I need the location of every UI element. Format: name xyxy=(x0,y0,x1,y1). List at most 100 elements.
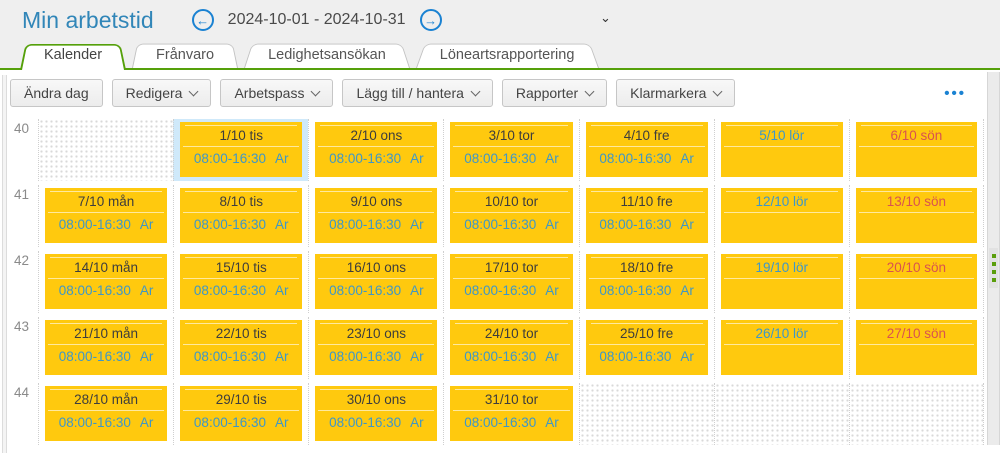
shift-time-value: 08:00-16:30 xyxy=(599,283,672,298)
shift-code: Ar xyxy=(139,217,154,232)
day-cell[interactable]: 6/10 sön xyxy=(848,119,984,181)
shift-box: 13/10 sön xyxy=(855,188,977,243)
shift-box: 24/10 tor 08:00-16:30 Ar xyxy=(450,320,573,375)
shift-code: Ar xyxy=(410,151,424,166)
shift-code: Ar xyxy=(680,151,694,166)
day-cell[interactable]: 15/10 tis 08:00-16:30 Ar xyxy=(173,251,308,313)
splitter-handle[interactable] xyxy=(989,248,998,288)
shift-time-value: 08:00-16:30 xyxy=(464,415,537,430)
day-cell[interactable]: 30/10 ons 08:00-16:30 Ar xyxy=(308,383,443,445)
tab-bar: Kalender Frånvaro Ledighetsansökan Lönea… xyxy=(0,40,1000,70)
next-period-button[interactable]: → xyxy=(419,9,442,31)
week-days: 28/10 mån 08:00-16:30 Ar 29/10 tis 08:00-16:… xyxy=(38,383,984,445)
shift-time-row: 08:00-16:30 Ar xyxy=(180,147,302,166)
shift-time-row: 08:00-16:30 Ar xyxy=(315,213,437,232)
day-cell[interactable]: 29/10 tis 08:00-16:30 Ar xyxy=(173,383,308,445)
tab-label: Ledighetsansökan xyxy=(268,47,386,63)
shift-box: 9/10 ons 08:00-16:30 Ar xyxy=(315,188,438,243)
shift-code: Ar xyxy=(545,217,559,232)
day-cell[interactable]: 31/10 tor 08:00-16:30 Ar xyxy=(443,383,578,445)
day-cell[interactable]: 9/10 ons 08:00-16:30 Ar xyxy=(308,185,443,247)
day-cell[interactable]: 11/10 fre 08:00-16:30 Ar xyxy=(578,185,714,247)
empty-day-cell[interactable] xyxy=(578,383,714,445)
day-cell[interactable]: 1/10 tis 08:00-16:30 Ar xyxy=(173,119,309,181)
shift-date-label: 7/10 mån xyxy=(77,194,135,209)
empty-day-cell[interactable] xyxy=(38,119,174,181)
day-cell[interactable]: 27/10 sön xyxy=(848,317,984,379)
arbetspass-dropdown-button[interactable]: Arbetspass xyxy=(220,79,334,107)
day-cell[interactable]: 16/10 ons 08:00-16:30 Ar xyxy=(308,251,443,313)
rapporter-dropdown-button[interactable]: Rapporter xyxy=(501,79,608,107)
day-cell[interactable]: 17/10 tor 08:00-16:30 Ar xyxy=(443,251,578,313)
day-cell[interactable]: 24/10 tor 08:00-16:30 Ar xyxy=(443,317,578,379)
day-cell[interactable]: 10/10 tor 08:00-16:30 Ar xyxy=(443,185,578,247)
shift-time-value: 08:00-16:30 xyxy=(193,349,266,364)
shift-code: Ar xyxy=(545,349,559,364)
shift-time-value: 08:00-16:30 xyxy=(599,349,672,364)
shift-date-label: 17/10 tor xyxy=(484,260,539,275)
shift-code: Ar xyxy=(139,349,154,364)
andra-dag-button[interactable]: Ändra dag xyxy=(10,79,103,107)
chevron-down-icon[interactable]: ⌄ xyxy=(600,10,611,26)
shift-date-label: 26/10 lör xyxy=(755,326,809,341)
redigera-dropdown-button[interactable]: Redigera xyxy=(111,79,212,107)
shift-date-label: 4/10 fre xyxy=(623,128,670,143)
day-cell[interactable]: 7/10 mån 08:00-16:30 Ar xyxy=(38,185,173,247)
day-cell[interactable]: 18/10 fre 08:00-16:30 Ar xyxy=(578,251,714,313)
day-cell[interactable]: 25/10 fre 08:00-16:30 Ar xyxy=(578,317,714,379)
shift-date-label: 24/10 tor xyxy=(484,326,539,341)
day-cell[interactable]: 23/10 ons 08:00-16:30 Ar xyxy=(308,317,443,379)
shift-time-row: 08:00-16:30 Ar xyxy=(450,147,572,166)
shift-divider xyxy=(723,146,840,147)
shift-box: 25/10 fre 08:00-16:30 Ar xyxy=(585,320,708,375)
day-cell[interactable]: 20/10 sön xyxy=(848,251,984,313)
shift-code: Ar xyxy=(274,217,289,232)
shift-code: Ar xyxy=(545,415,559,430)
shift-time-value: 08:00-16:30 xyxy=(193,217,266,232)
shift-box: 19/10 lör xyxy=(720,254,843,309)
empty-day-cell[interactable] xyxy=(713,383,849,445)
tab-franvaro[interactable]: Frånvaro xyxy=(132,41,238,68)
shift-code: Ar xyxy=(274,151,289,166)
day-cell[interactable]: 26/10 lör xyxy=(713,317,849,379)
shift-date-label: 23/10 ons xyxy=(346,326,406,341)
day-cell[interactable]: 13/10 sön xyxy=(848,185,984,247)
day-cell[interactable]: 21/10 mån 08:00-16:30 Ar xyxy=(38,317,173,379)
lagg-till-hantera-dropdown-button[interactable]: Lägg till / hantera xyxy=(342,79,493,107)
day-cell[interactable]: 4/10 fre 08:00-16:30 Ar xyxy=(578,119,714,181)
tab-label: Frånvaro xyxy=(156,47,215,63)
shift-box: 18/10 fre 08:00-16:30 Ar xyxy=(585,254,708,309)
day-cell[interactable]: 14/10 mån 08:00-16:30 Ar xyxy=(38,251,173,313)
shift-date-label: 15/10 tis xyxy=(215,260,267,275)
prev-period-button[interactable]: ← xyxy=(191,9,214,31)
tab-kalender[interactable]: Kalender xyxy=(20,41,126,70)
shift-time-value: 08:00-16:30 xyxy=(329,151,402,166)
shift-date-label: 13/10 sön xyxy=(886,194,947,209)
shift-time-value: 08:00-16:30 xyxy=(58,283,131,298)
day-cell[interactable]: 2/10 ons 08:00-16:30 Ar xyxy=(308,119,443,181)
shift-box: 12/10 lör xyxy=(720,188,843,243)
toolbar: Ändra dag Redigera Arbetspass Lägg till … xyxy=(0,70,1000,115)
tab-label: Kalender xyxy=(44,47,103,63)
day-cell[interactable]: 22/10 tis 08:00-16:30 Ar xyxy=(173,317,308,379)
button-label: Arbetspass xyxy=(234,85,305,101)
day-cell[interactable]: 5/10 lör xyxy=(713,119,849,181)
more-options-icon[interactable]: ••• xyxy=(944,86,966,101)
klarmarkera-dropdown-button[interactable]: Klarmarkera xyxy=(616,79,736,107)
tab-ledighetsansokan[interactable]: Ledighetsansökan xyxy=(244,41,410,68)
shift-date-label: 30/10 ons xyxy=(346,392,406,407)
shift-date-label: 28/10 mån xyxy=(74,392,138,407)
day-cell[interactable]: 3/10 tor 08:00-16:30 Ar xyxy=(443,119,578,181)
day-cell[interactable]: 8/10 tis 08:00-16:30 Ar xyxy=(173,185,308,247)
shift-box: 31/10 tor 08:00-16:30 Ar xyxy=(450,386,573,441)
shift-box: 20/10 sön xyxy=(855,254,977,309)
tab-loneartsrapportering[interactable]: Löneartsrapportering xyxy=(416,41,599,68)
day-cell[interactable]: 19/10 lör xyxy=(713,251,849,313)
day-cell[interactable]: 12/10 lör xyxy=(713,185,849,247)
shift-date-label: 3/10 tor xyxy=(488,128,535,143)
shift-time-row: 08:00-16:30 Ar xyxy=(180,411,302,430)
day-cell[interactable]: 28/10 mån 08:00-16:30 Ar xyxy=(38,383,173,445)
page-title: Min arbetstid xyxy=(22,6,154,33)
shift-code: Ar xyxy=(274,415,289,430)
empty-day-cell[interactable] xyxy=(848,383,984,445)
